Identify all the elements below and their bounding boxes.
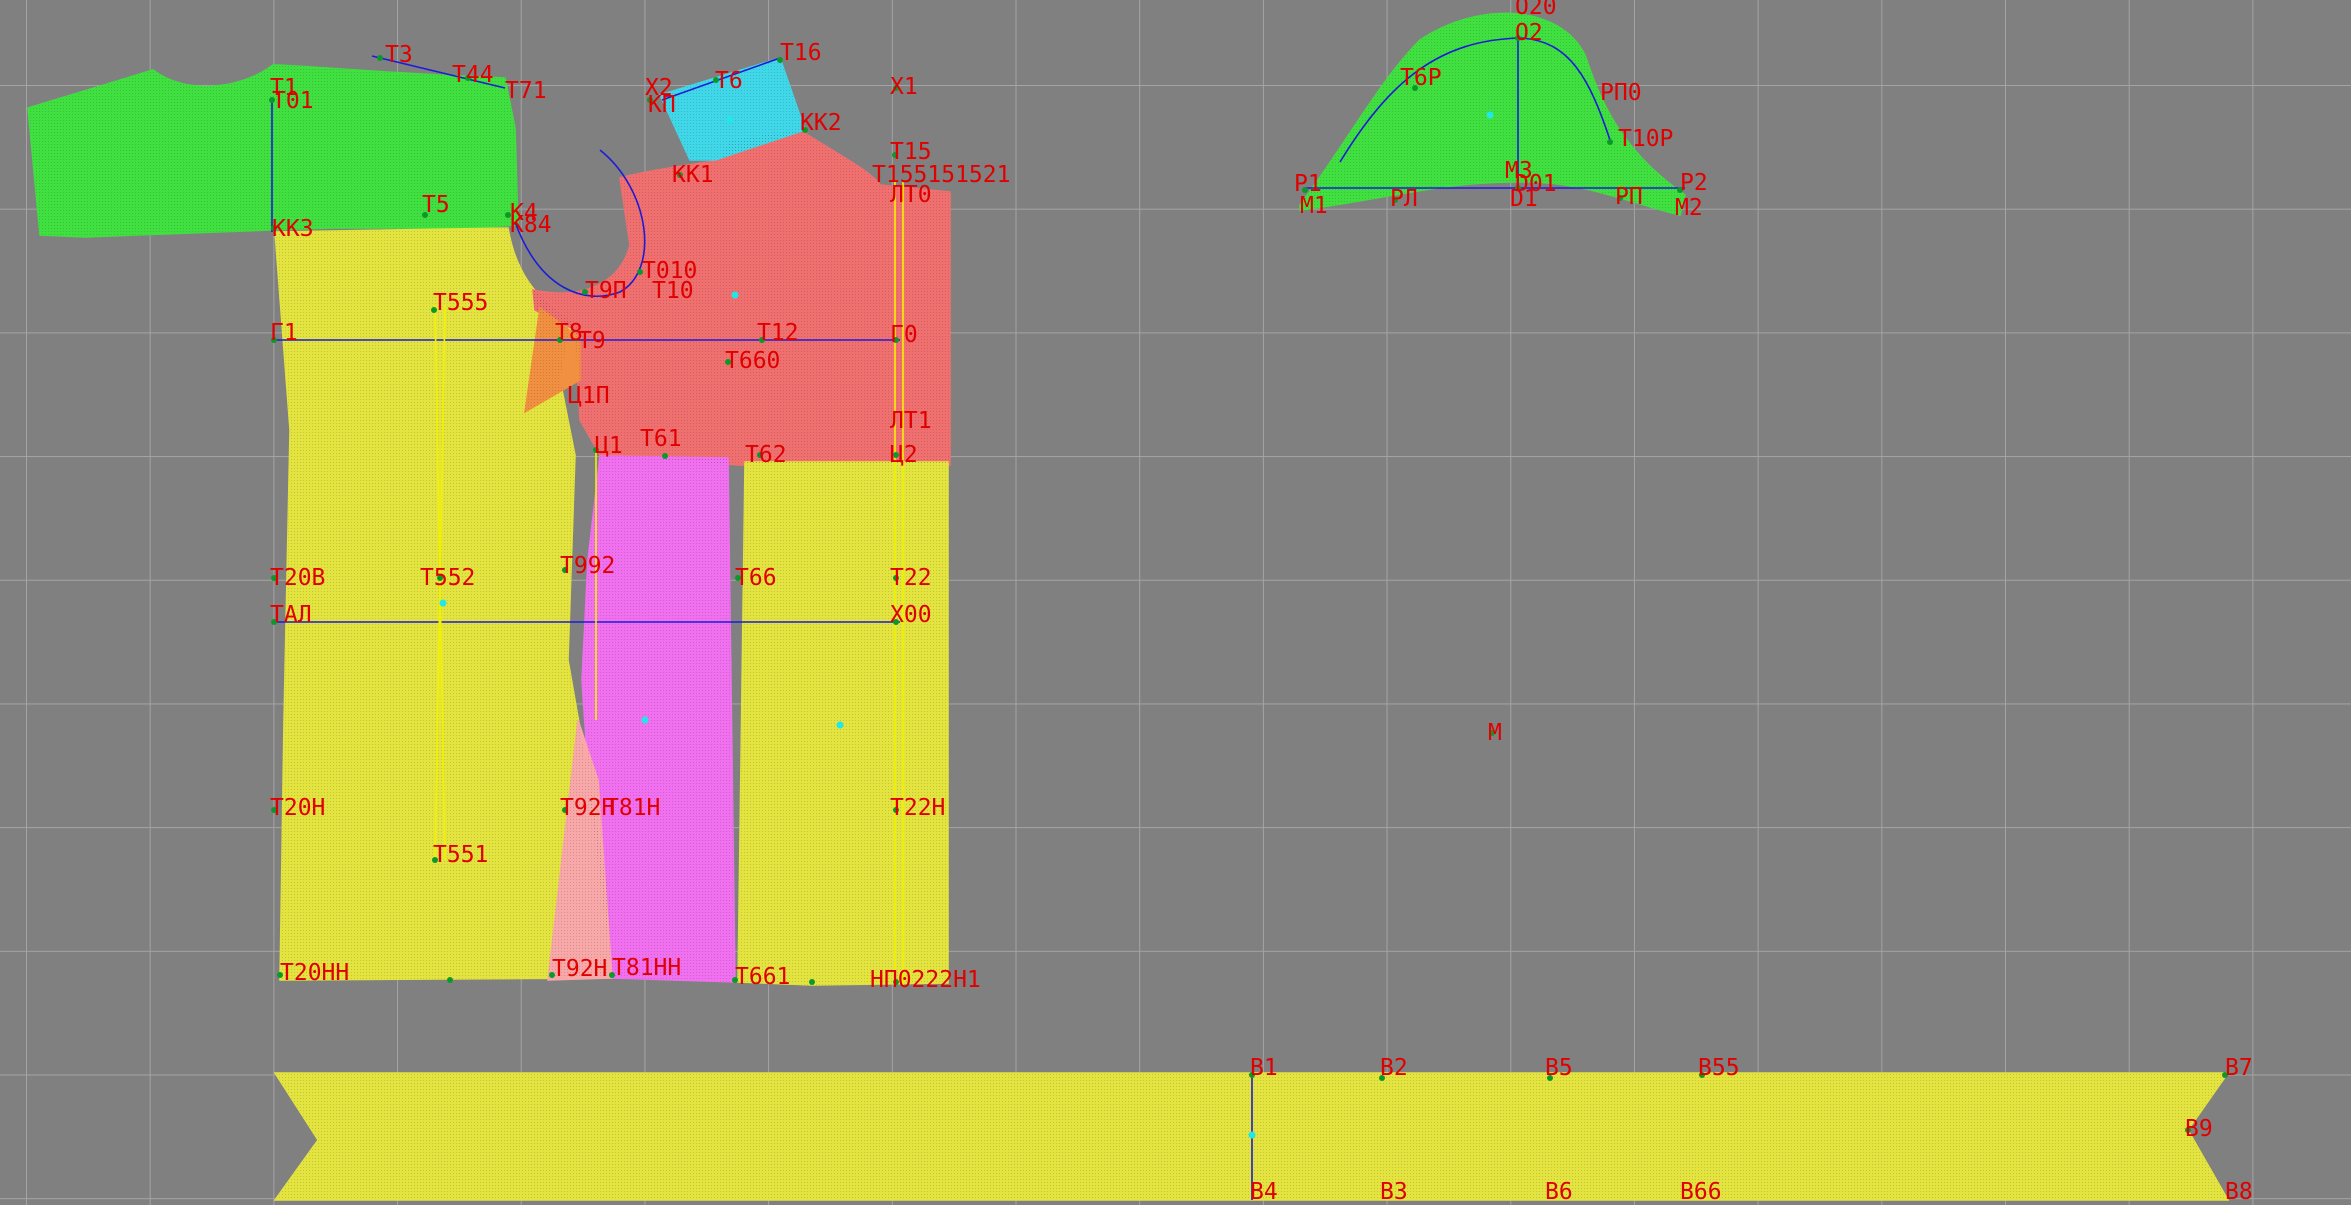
point-label[interactable]: TAЛ	[270, 602, 312, 628]
point-label[interactable]: KK1	[672, 162, 714, 188]
point-label[interactable]: T10P	[1618, 126, 1673, 152]
point-label[interactable]: K84	[510, 212, 552, 238]
point-label[interactable]: T16	[780, 40, 822, 66]
point-label[interactable]: PП0	[1600, 80, 1642, 106]
pattern-drawing[interactable]: T1 T01 T3 T44 T71 X2 T6 T16 X1 KП KK2 KK…	[0, 0, 2351, 1205]
point-label[interactable]: T22H	[890, 795, 945, 821]
point-label[interactable]: T10	[652, 278, 694, 304]
pattern-canvas[interactable]: T1 T01 T3 T44 T71 X2 T6 T16 X1 KП KK2 KK…	[0, 0, 2351, 1205]
point-label[interactable]: O2	[1515, 20, 1543, 46]
point-label[interactable]: Ц2	[890, 442, 918, 468]
point-label[interactable]: KП	[648, 92, 676, 118]
point-label[interactable]: T71	[505, 78, 547, 104]
point-label[interactable]: B7	[2225, 1055, 2253, 1081]
point-label[interactable]: T44	[452, 62, 494, 88]
point-label[interactable]: X1	[890, 74, 918, 100]
point-label[interactable]: T552	[420, 565, 475, 591]
point-label[interactable]: PЛ	[1390, 186, 1418, 212]
point-label[interactable]: T61	[640, 426, 682, 452]
point-label[interactable]: D01	[1515, 171, 1557, 197]
point-label[interactable]: T62	[745, 442, 787, 468]
point-label[interactable]: KK3	[272, 216, 314, 242]
point-label[interactable]: ЛT0	[890, 182, 932, 208]
point-label[interactable]: T22	[890, 565, 932, 591]
hatch-overlay	[28, 13, 2228, 1200]
point-label[interactable]: T66	[735, 565, 777, 591]
point-label[interactable]: T01	[272, 88, 314, 114]
point-label[interactable]: T660	[725, 348, 780, 374]
point-label[interactable]: T5	[422, 192, 450, 218]
point-label[interactable]: B66	[1680, 1179, 1722, 1205]
point-label[interactable]: KK2	[800, 110, 842, 136]
point-label[interactable]: ЛT1	[890, 408, 932, 434]
point-label[interactable]: M2	[1675, 195, 1703, 221]
point-label[interactable]: T6P	[1400, 65, 1442, 91]
point-label[interactable]: B2	[1380, 1055, 1408, 1081]
point-label[interactable]: X00	[890, 602, 932, 628]
point-label[interactable]: T3	[385, 42, 413, 68]
point-label[interactable]: T92H	[552, 956, 607, 982]
point-label[interactable]: T555	[433, 290, 488, 316]
point-label[interactable]: O20	[1515, 0, 1557, 20]
point-label[interactable]: B55	[1698, 1055, 1740, 1081]
point-label[interactable]: M	[1488, 720, 1502, 746]
point-label[interactable]: B8	[2225, 1179, 2253, 1205]
point-label[interactable]: PП	[1615, 184, 1643, 210]
point-label[interactable]: T20B	[270, 565, 325, 591]
point-label[interactable]: Г0	[890, 322, 918, 348]
point-label[interactable]: B3	[1380, 1179, 1408, 1205]
point-label[interactable]: T551	[433, 842, 488, 868]
point-label[interactable]: T81HH	[612, 955, 681, 981]
point-label[interactable]: M1	[1300, 193, 1328, 219]
point-label[interactable]: T12	[757, 320, 799, 346]
point-label[interactable]: B5	[1545, 1055, 1573, 1081]
point-label[interactable]: T81H	[605, 795, 660, 821]
point-label[interactable]: B9	[2185, 1116, 2213, 1142]
point-label[interactable]: B1	[1250, 1055, 1278, 1081]
point-label[interactable]: T9П	[585, 278, 627, 304]
point-label[interactable]: T20H	[270, 795, 325, 821]
point-label[interactable]: T6	[715, 68, 743, 94]
point-label[interactable]: T661	[735, 964, 790, 990]
point-label[interactable]: T992	[560, 553, 615, 579]
point-label[interactable]: B4	[1250, 1179, 1278, 1205]
point-label[interactable]: T20HH	[280, 960, 349, 986]
point-label[interactable]: P2	[1680, 170, 1708, 196]
point-label[interactable]: Г1	[270, 320, 298, 346]
point-label[interactable]: Ц1	[595, 433, 623, 459]
point-label[interactable]: T9	[578, 328, 606, 354]
point-label[interactable]: Ц1П	[568, 383, 610, 409]
point-label[interactable]: HП0222H1	[870, 967, 981, 993]
point-label[interactable]: B6	[1545, 1179, 1573, 1205]
